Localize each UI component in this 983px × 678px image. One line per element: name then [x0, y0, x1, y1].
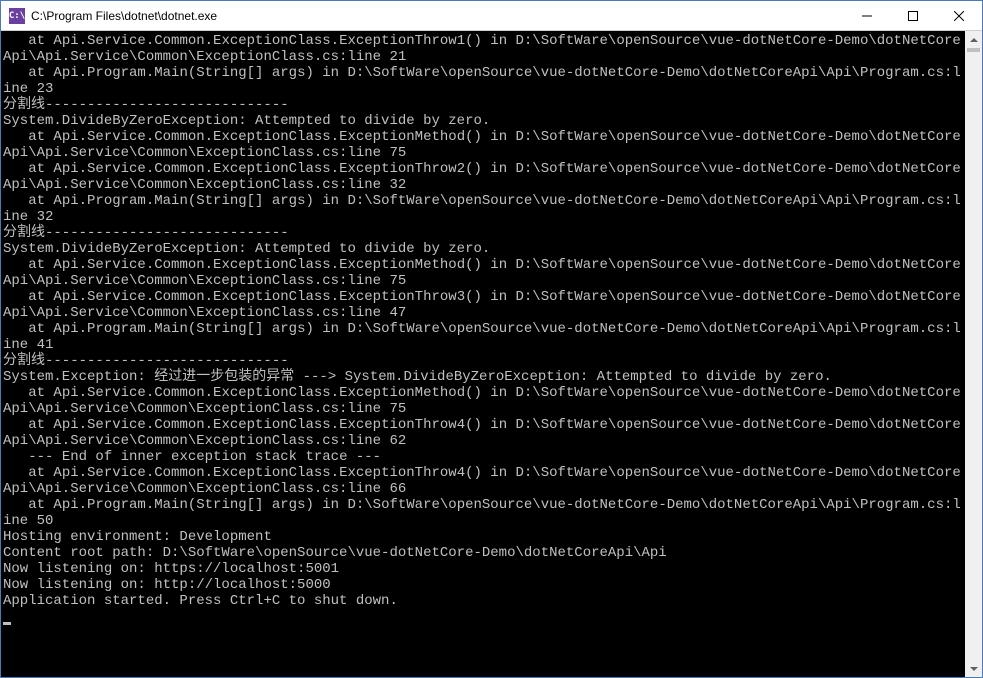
console-output[interactable]: at Api.Service.Common.ExceptionClass.Exc…	[1, 31, 965, 677]
window-title: C:\Program Files\dotnet\dotnet.exe	[31, 9, 217, 23]
console-line: Hosting environment: Development	[3, 529, 965, 545]
minimize-icon	[862, 11, 872, 21]
console-cursor-line	[3, 609, 965, 625]
console-line: 分割线-----------------------------	[3, 225, 965, 241]
console-line: System.DivideByZeroException: Attempted …	[3, 113, 965, 129]
console-line: at Api.Program.Main(String[] args) in D:…	[3, 321, 965, 353]
console-line: System.Exception: 经过进一步包装的异常 ---> System…	[3, 369, 965, 385]
console-area: at Api.Service.Common.ExceptionClass.Exc…	[1, 31, 982, 677]
console-line: at Api.Program.Main(String[] args) in D:…	[3, 65, 965, 97]
window-titlebar[interactable]: C:\ C:\Program Files\dotnet\dotnet.exe	[1, 1, 982, 31]
console-line: Content root path: D:\SoftWare\openSourc…	[3, 545, 965, 561]
console-line: Application started. Press Ctrl+C to shu…	[3, 593, 965, 609]
console-line: at Api.Service.Common.ExceptionClass.Exc…	[3, 465, 965, 497]
console-line: System.DivideByZeroException: Attempted …	[3, 241, 965, 257]
window-controls	[844, 1, 982, 30]
console-line: at Api.Service.Common.ExceptionClass.Exc…	[3, 129, 965, 161]
console-line: at Api.Program.Main(String[] args) in D:…	[3, 497, 965, 529]
maximize-icon	[908, 11, 918, 21]
scrollbar-track[interactable]	[965, 48, 982, 660]
vertical-scrollbar[interactable]	[965, 31, 982, 677]
maximize-button[interactable]	[890, 1, 936, 30]
console-line: Now listening on: https://localhost:5001	[3, 561, 965, 577]
console-line: at Api.Service.Common.ExceptionClass.Exc…	[3, 257, 965, 289]
minimize-button[interactable]	[844, 1, 890, 30]
cursor	[3, 622, 11, 625]
close-button[interactable]	[936, 1, 982, 30]
console-line: at Api.Service.Common.ExceptionClass.Exc…	[3, 417, 965, 449]
close-icon	[954, 11, 964, 21]
console-line: at Api.Service.Common.ExceptionClass.Exc…	[3, 33, 965, 65]
chevron-down-icon	[970, 667, 978, 671]
console-line: --- End of inner exception stack trace -…	[3, 449, 965, 465]
console-line: 分割线-----------------------------	[3, 353, 965, 369]
scrollbar-thumb[interactable]	[967, 48, 980, 52]
console-line: 分割线-----------------------------	[3, 97, 965, 113]
console-line: at Api.Service.Common.ExceptionClass.Exc…	[3, 289, 965, 321]
console-line: Now listening on: http://localhost:5000	[3, 577, 965, 593]
app-icon: C:\	[9, 8, 25, 24]
scroll-down-button[interactable]	[965, 660, 982, 677]
console-line: at Api.Service.Common.ExceptionClass.Exc…	[3, 385, 965, 417]
console-line: at Api.Program.Main(String[] args) in D:…	[3, 193, 965, 225]
scroll-up-button[interactable]	[965, 31, 982, 48]
console-line: at Api.Service.Common.ExceptionClass.Exc…	[3, 161, 965, 193]
chevron-up-icon	[970, 38, 978, 42]
